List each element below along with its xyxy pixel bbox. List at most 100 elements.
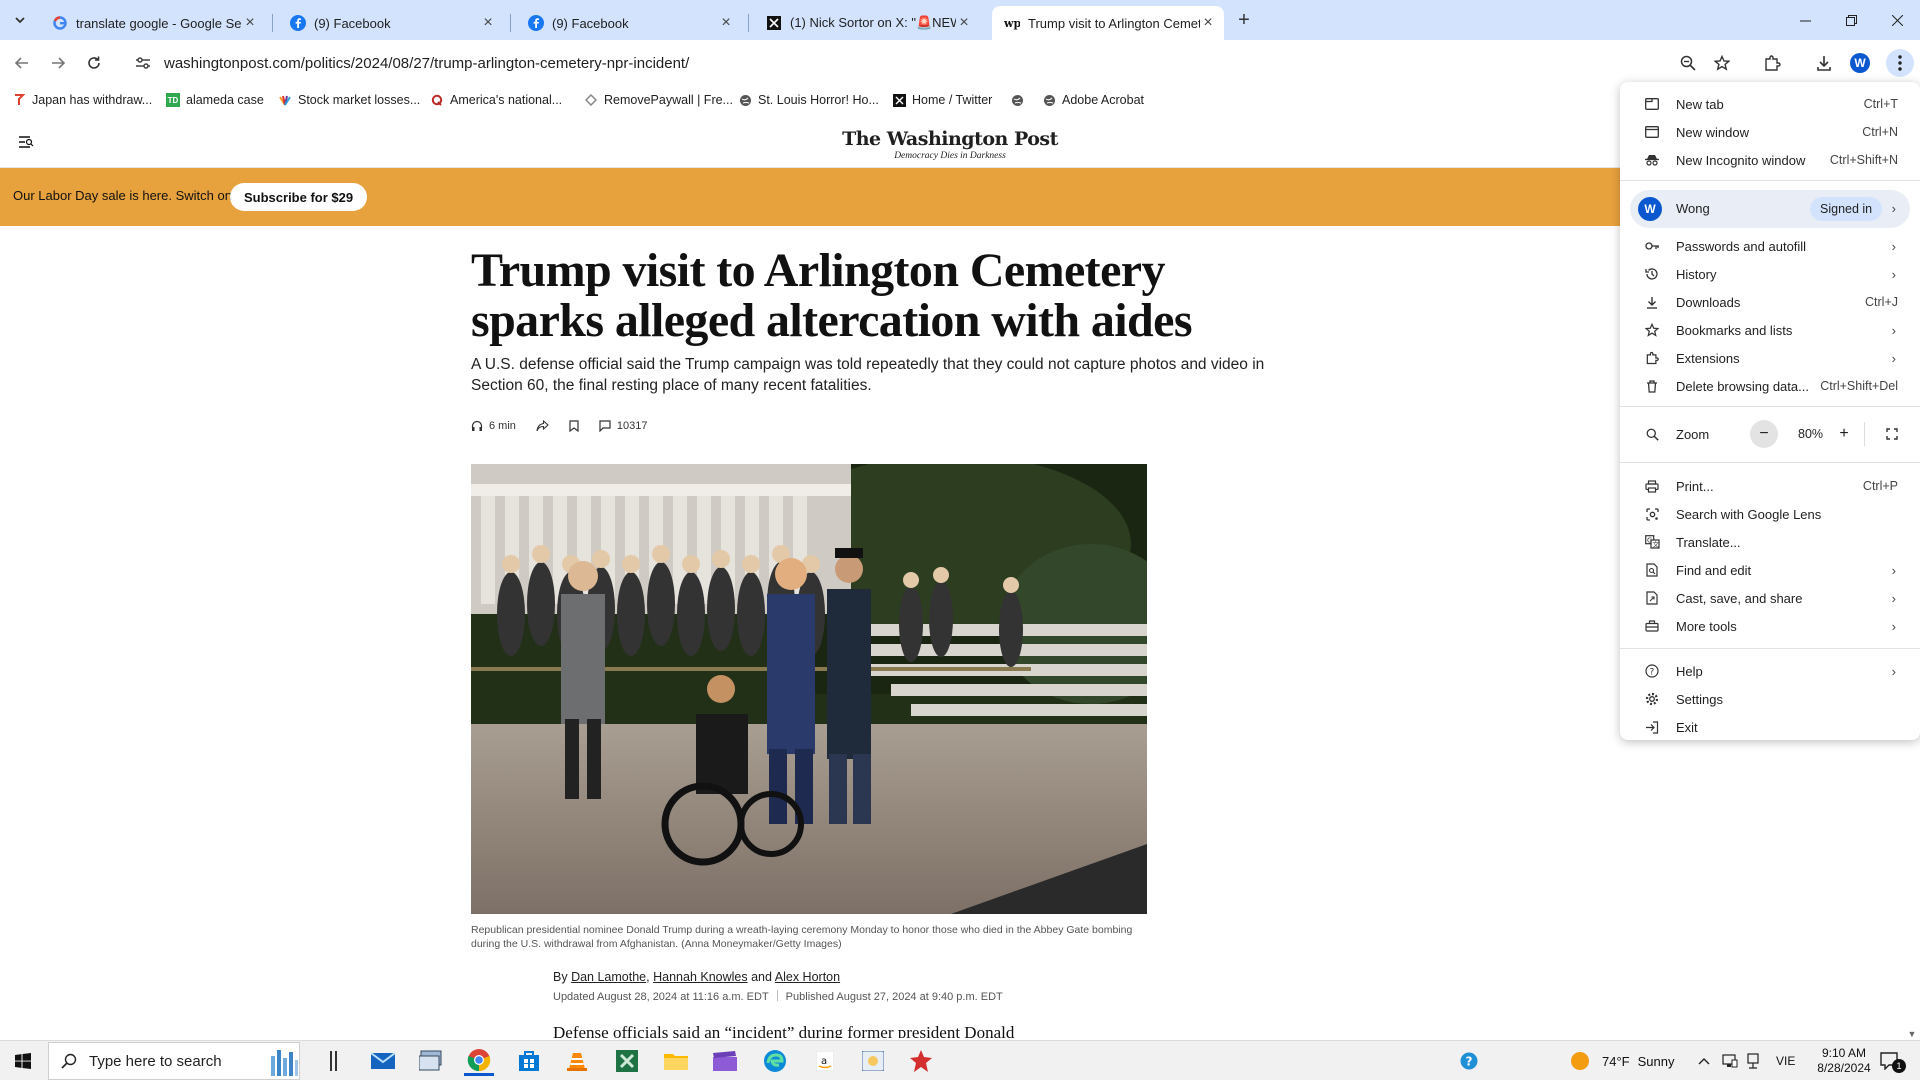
- tab-washington-post[interactable]: wp Trump visit to Arlington Cemet ×: [992, 6, 1224, 40]
- menu-bookmarks[interactable]: Bookmarks and lists ›: [1620, 316, 1920, 344]
- taskbar-search-box[interactable]: Type here to search: [48, 1042, 300, 1080]
- scroll-down-arrow[interactable]: ▼: [1904, 1028, 1920, 1040]
- taskbar-photos[interactable]: [858, 1046, 888, 1076]
- bookmark-item[interactable]: TD alameda case: [166, 91, 264, 109]
- menu-print[interactable]: Print... Ctrl+P: [1620, 472, 1920, 500]
- clock[interactable]: 9:10 AM 8/28/2024: [1816, 1041, 1872, 1081]
- subscribe-button[interactable]: Subscribe for $29: [230, 183, 368, 211]
- reload-button[interactable]: [80, 49, 108, 77]
- taskbar-chrome[interactable]: [464, 1046, 494, 1076]
- share-button[interactable]: [536, 420, 549, 432]
- restore-button[interactable]: [1828, 0, 1874, 40]
- menu-downloads[interactable]: Downloads Ctrl+J: [1620, 288, 1920, 316]
- star-icon: [1714, 55, 1730, 71]
- bookmark-star-button[interactable]: [1710, 51, 1734, 75]
- address-bar[interactable]: washingtonpost.com/politics/2024/08/27/t…: [122, 45, 1719, 81]
- chevron-right-icon: ›: [1891, 266, 1896, 282]
- author-link[interactable]: Dan Lamothe: [571, 970, 646, 984]
- author-link[interactable]: Hannah Knowles: [653, 970, 748, 984]
- bookmark-item[interactable]: Stock market losses...: [278, 91, 420, 109]
- tab-facebook-1[interactable]: (9) Facebook ×: [278, 6, 504, 40]
- zoom-out-button[interactable]: −: [1750, 420, 1778, 448]
- taskbar-excel[interactable]: [612, 1046, 642, 1076]
- site-menu-button[interactable]: [18, 136, 34, 148]
- menu-exit[interactable]: Exit: [1620, 713, 1920, 741]
- menu-more-tools[interactable]: More tools ›: [1620, 612, 1920, 640]
- minimize-button[interactable]: [1782, 0, 1828, 40]
- menu-settings[interactable]: Settings: [1620, 685, 1920, 713]
- bookmark-label: Stock market losses...: [298, 93, 421, 107]
- menu-new-window[interactable]: New window Ctrl+N: [1620, 118, 1920, 146]
- downloads-button[interactable]: [1812, 51, 1836, 75]
- taskbar-amazon[interactable]: a: [810, 1046, 840, 1076]
- start-button[interactable]: [0, 1041, 46, 1081]
- menu-translate[interactable]: G文 Translate...: [1620, 528, 1920, 556]
- menu-history[interactable]: History ›: [1620, 260, 1920, 288]
- bookmark-item[interactable]: Home / Twitter: [892, 91, 992, 109]
- taskbar-store[interactable]: [514, 1046, 544, 1076]
- weather-widget[interactable]: 74°F Sunny: [1570, 1041, 1674, 1081]
- author-link[interactable]: Alex Horton: [775, 970, 840, 984]
- menu-google-lens[interactable]: Search with Google Lens: [1620, 500, 1920, 528]
- tray-device[interactable]: [1746, 1041, 1760, 1081]
- notification-center-button[interactable]: 1: [1880, 1041, 1906, 1081]
- tab-google[interactable]: translate google - Google Sear ×: [40, 6, 266, 40]
- taskbar-file-explorer[interactable]: [661, 1046, 691, 1076]
- tab-strip: translate google - Google Sear × (9) Fac…: [0, 0, 1920, 40]
- bookmark-item[interactable]: Adobe Acrobat: [1042, 91, 1144, 109]
- bookmark-item[interactable]: America's national...: [430, 91, 562, 109]
- close-icon[interactable]: ×: [956, 14, 972, 31]
- zoom-indicator-button[interactable]: [1676, 51, 1700, 75]
- bookmark-label: America's national...: [450, 93, 563, 107]
- menu-extensions[interactable]: Extensions ›: [1620, 344, 1920, 372]
- extensions-button[interactable]: [1760, 51, 1784, 75]
- taskbar-video-editor[interactable]: [710, 1046, 740, 1076]
- site-logo[interactable]: The Washington Post Democracy Dies in Da…: [820, 128, 1080, 161]
- close-icon[interactable]: ×: [1200, 14, 1216, 31]
- taskbar-app-red[interactable]: [906, 1046, 936, 1076]
- menu-new-tab[interactable]: New tab Ctrl+T: [1620, 90, 1920, 118]
- weather-temp: 74°F: [1602, 1053, 1630, 1069]
- tab-x-twitter[interactable]: (1) Nick Sortor on X: "🚨NEW: ×: [754, 6, 980, 40]
- tab-search-button[interactable]: [8, 8, 32, 32]
- profile-button[interactable]: W: [1848, 51, 1872, 75]
- taskbar-mail[interactable]: [368, 1046, 398, 1076]
- bookmark-item[interactable]: St. Louis Horror! Ho...: [738, 91, 879, 109]
- chevron-right-icon: ›: [1891, 322, 1896, 338]
- tray-network[interactable]: [1722, 1041, 1738, 1081]
- byline-prefix: By: [553, 970, 568, 984]
- close-window-button[interactable]: [1874, 0, 1920, 40]
- bookmark-item[interactable]: Japan has withdraw...: [12, 91, 152, 109]
- menu-find-and-edit[interactable]: Find and edit ›: [1620, 556, 1920, 584]
- menu-new-incognito[interactable]: New Incognito window Ctrl+Shift+N: [1620, 146, 1920, 174]
- menu-profile[interactable]: W Wong Signed in ›: [1630, 190, 1910, 228]
- menu-cast-save-share[interactable]: Cast, save, and share ›: [1620, 584, 1920, 612]
- menu-passwords[interactable]: Passwords and autofill ›: [1620, 232, 1920, 260]
- bookmark-item[interactable]: [1010, 91, 1030, 109]
- taskbar-app-windows[interactable]: [416, 1046, 446, 1076]
- new-tab-button[interactable]: +: [1232, 8, 1256, 32]
- menu-label: History: [1676, 266, 1717, 282]
- taskbar-vlc[interactable]: [562, 1046, 592, 1076]
- bookmark-item[interactable]: RemovePaywall | Fre...: [584, 91, 733, 109]
- zoom-in-button[interactable]: +: [1830, 420, 1858, 448]
- site-info-icon[interactable]: [130, 56, 156, 70]
- help-tray-button[interactable]: ?: [1454, 1046, 1484, 1076]
- forward-button[interactable]: [44, 49, 72, 77]
- show-hidden-icons-button[interactable]: [1698, 1041, 1710, 1081]
- menu-delete-browsing-data[interactable]: Delete browsing data... Ctrl+Shift+Del: [1620, 372, 1920, 400]
- task-view-button[interactable]: [328, 1046, 340, 1076]
- save-article-button[interactable]: [569, 420, 579, 432]
- back-button[interactable]: [8, 49, 36, 77]
- close-icon[interactable]: ×: [242, 14, 258, 31]
- menu-help[interactable]: ? Help ›: [1620, 657, 1920, 685]
- chrome-menu-button[interactable]: [1886, 49, 1914, 77]
- input-language[interactable]: VIE: [1776, 1041, 1795, 1081]
- taskbar-edge[interactable]: [760, 1046, 790, 1076]
- listen-button[interactable]: 6 min: [471, 420, 516, 432]
- tab-facebook-2[interactable]: (9) Facebook ×: [516, 6, 742, 40]
- comments-button[interactable]: 10317: [599, 420, 648, 432]
- fullscreen-button[interactable]: [1878, 420, 1906, 448]
- close-icon[interactable]: ×: [480, 14, 496, 31]
- close-icon[interactable]: ×: [718, 14, 734, 31]
